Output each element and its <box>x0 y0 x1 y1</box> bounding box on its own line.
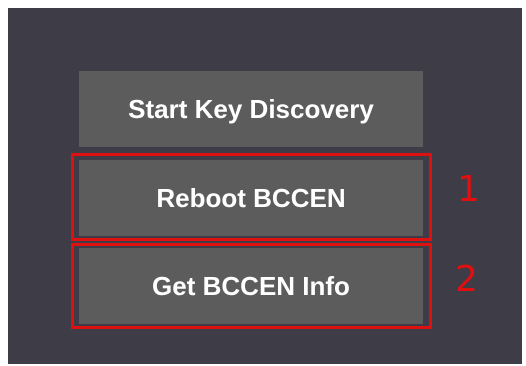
start-key-discovery-button[interactable]: Start Key Discovery <box>79 71 423 147</box>
annotation-marker-2: 2 <box>455 259 478 300</box>
highlight-box-1 <box>71 153 432 241</box>
highlight-box-2 <box>71 243 432 329</box>
annotation-marker-1: 1 <box>457 169 480 210</box>
